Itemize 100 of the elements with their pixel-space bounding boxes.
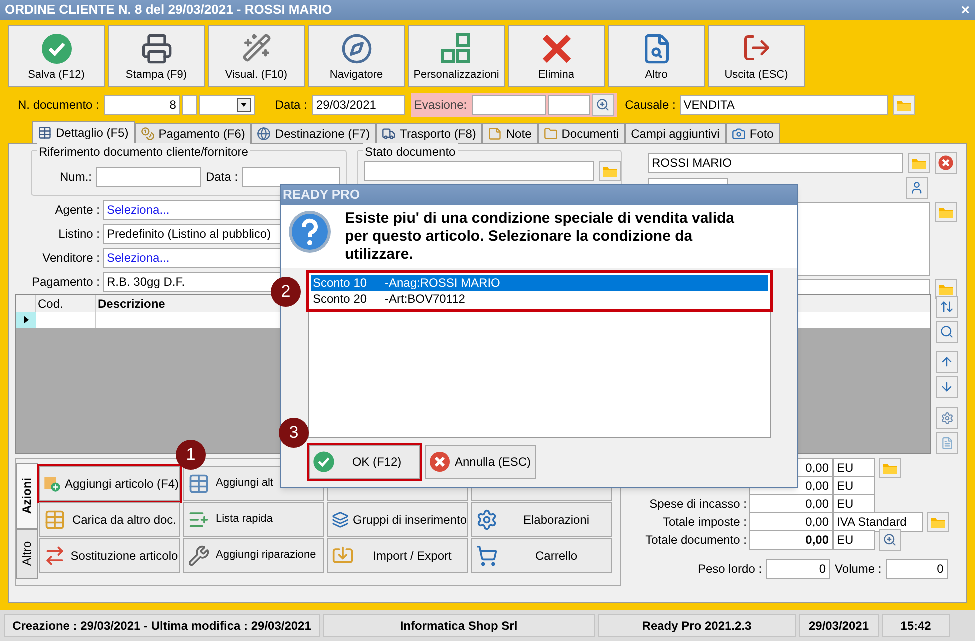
folder-button[interactable] bbox=[935, 202, 957, 222]
evasione-field[interactable] bbox=[472, 95, 546, 115]
status-segment: Informatica Shop Srl bbox=[323, 614, 595, 637]
reference-date-field[interactable] bbox=[242, 167, 340, 187]
document-number-field[interactable]: 8 bbox=[104, 95, 180, 115]
status-segment: Creazione : 29/03/2021 - Ultima modifica : 29/03/2021 bbox=[4, 614, 320, 637]
tab[interactable]: Pagamento (F6) bbox=[134, 123, 252, 143]
close-icon bbox=[938, 155, 954, 171]
action-button[interactable]: Carrello bbox=[471, 538, 612, 573]
move-up-button[interactable] bbox=[936, 351, 958, 373]
search-icon bbox=[940, 325, 954, 339]
series-field[interactable] bbox=[182, 95, 198, 115]
grid-icon bbox=[440, 33, 472, 65]
action-button[interactable]: Lista rapida bbox=[183, 502, 324, 537]
toolbar-button[interactable]: Salva (F12) bbox=[8, 25, 105, 87]
field-label: Listino : bbox=[58, 226, 101, 243]
amount-field: 0,00 bbox=[749, 530, 833, 550]
zoom-button[interactable] bbox=[592, 94, 614, 116]
dialog-button[interactable]: OK (F12) bbox=[309, 445, 420, 479]
table-icon bbox=[188, 472, 210, 494]
question-icon bbox=[288, 210, 332, 254]
wand-icon bbox=[242, 33, 272, 63]
list-item[interactable]: Sconto 20 -Art:BOV70112 bbox=[311, 291, 768, 307]
toolbar-button[interactable]: Altro bbox=[608, 25, 705, 87]
toolbar-button[interactable]: Visual. (F10) bbox=[208, 25, 305, 87]
search-button[interactable] bbox=[936, 321, 958, 343]
date-field[interactable]: 29/03/2021 bbox=[312, 95, 406, 115]
unit-field: EU bbox=[833, 476, 875, 496]
tab[interactable]: Note bbox=[482, 123, 538, 143]
zoom-button[interactable] bbox=[879, 529, 901, 551]
truck-icon bbox=[382, 126, 396, 140]
tab[interactable]: Campi aggiuntivi bbox=[625, 123, 726, 143]
folder-icon bbox=[602, 164, 618, 178]
toolbar-button[interactable]: Elimina bbox=[508, 25, 605, 87]
tab[interactable]: Documenti bbox=[538, 123, 626, 143]
action-button[interactable]: Elaborazioni bbox=[471, 502, 612, 537]
wrench-icon bbox=[188, 544, 210, 566]
toolbar-button[interactable]: Personalizzazioni bbox=[408, 25, 505, 87]
status-segment: Ready Pro 2021.2.3 bbox=[598, 614, 796, 637]
dialog-button[interactable]: Annulla (ESC) bbox=[425, 445, 536, 479]
side-tab[interactable]: Altro bbox=[16, 529, 38, 579]
action-button[interactable]: Sostituzione articolo bbox=[39, 538, 180, 573]
remove-button[interactable] bbox=[935, 152, 957, 174]
volume-field[interactable]: 0 bbox=[886, 559, 948, 579]
unit-field: IVA Standard bbox=[833, 512, 923, 532]
field-label: Volume : bbox=[835, 561, 882, 578]
gear-icon bbox=[940, 412, 954, 424]
field-label: Totale imposte : bbox=[662, 514, 748, 531]
customer-button[interactable] bbox=[906, 177, 928, 199]
folder-icon bbox=[930, 516, 946, 528]
column-header: Descrizione bbox=[98, 297, 166, 311]
side-tab[interactable]: Azioni bbox=[16, 463, 38, 529]
folder-button[interactable] bbox=[599, 161, 621, 181]
series-dropdown[interactable] bbox=[199, 95, 256, 115]
sort-button[interactable] bbox=[936, 296, 958, 318]
action-button[interactable]: Carica da altro doc. bbox=[39, 502, 180, 537]
field-label: Agente : bbox=[54, 202, 101, 219]
folder-button[interactable] bbox=[879, 458, 901, 478]
action-button[interactable]: Gruppi di inserimento bbox=[327, 502, 468, 537]
compare-button[interactable] bbox=[936, 432, 958, 454]
field-label: Totale documento : bbox=[644, 532, 748, 549]
window-title: ORDINE CLIENTE N. 8 del 29/03/2021 - ROSSI MARIO bbox=[5, 1, 332, 20]
tab[interactable]: Destinazione (F7) bbox=[251, 123, 376, 143]
row-pointer-icon bbox=[24, 316, 28, 324]
amount-field: 0,00 bbox=[749, 512, 833, 532]
amount-field: 0,00 bbox=[749, 494, 833, 514]
causale-field[interactable]: VENDITA bbox=[680, 95, 888, 115]
printer-icon bbox=[140, 33, 172, 65]
reference-number-field[interactable] bbox=[96, 167, 202, 187]
toolbar-button[interactable]: Uscita (ESC) bbox=[708, 25, 805, 87]
check-icon bbox=[313, 451, 335, 473]
gear-icon bbox=[476, 508, 498, 530]
settings-button[interactable] bbox=[936, 407, 958, 429]
coins-icon bbox=[140, 126, 155, 140]
tab[interactable]: Trasporto (F8) bbox=[376, 123, 482, 143]
compass-icon bbox=[340, 33, 372, 65]
evasione-time-field[interactable] bbox=[548, 95, 590, 115]
unit-field: EU bbox=[833, 530, 875, 550]
table-check-icon bbox=[44, 508, 66, 530]
folder-icon bbox=[896, 98, 912, 112]
move-down-button[interactable] bbox=[936, 376, 958, 398]
exit-door-icon bbox=[742, 33, 772, 63]
field-label: Data : bbox=[206, 169, 238, 186]
toolbar-button[interactable]: Navigatore bbox=[308, 25, 405, 87]
tab[interactable]: Dettaglio (F5) bbox=[32, 121, 135, 143]
action-button[interactable]: Import / Export bbox=[327, 538, 468, 573]
folder-button[interactable] bbox=[892, 95, 915, 115]
folder-icon bbox=[544, 126, 558, 140]
unit-field: EU bbox=[833, 494, 875, 514]
tab[interactable]: Foto bbox=[726, 123, 780, 143]
list-item[interactable]: Sconto 10 -Anag:ROSSI MARIO bbox=[311, 275, 768, 291]
document-icon bbox=[940, 436, 954, 450]
action-button[interactable]: Aggiungi riparazione bbox=[183, 538, 324, 573]
folder-button[interactable] bbox=[927, 512, 949, 532]
folder-icon bbox=[938, 206, 954, 218]
check-icon bbox=[40, 33, 72, 65]
weight-field[interactable]: 0 bbox=[766, 559, 830, 579]
action-button[interactable]: Aggiungi articolo (F4) bbox=[39, 466, 180, 501]
toolbar-button[interactable]: Stampa (F9) bbox=[108, 25, 205, 87]
field-label: Causale : bbox=[625, 97, 676, 114]
